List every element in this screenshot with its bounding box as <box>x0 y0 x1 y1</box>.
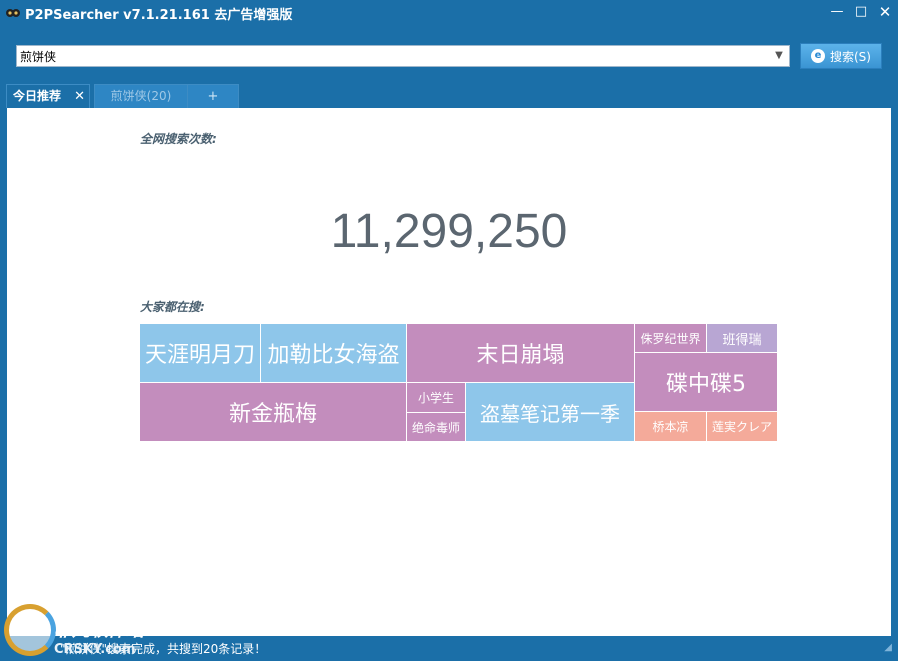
resize-grip-icon[interactable]: ◢ <box>884 642 892 653</box>
tab-bar: 今日推荐 ✕ 煎饼侠(20) + <box>6 84 892 108</box>
total-search-label: 全网搜索次数: <box>140 132 217 146</box>
tab-today-recommend[interactable]: 今日推荐 ✕ <box>6 84 90 108</box>
recommend-panel: 全网搜索次数: 11,299,250 大家都在搜: 天涯明月刀 加勒比女海盗 末… <box>7 108 891 636</box>
hot-search-item[interactable]: 加勒比女海盗 <box>261 324 407 383</box>
hot-search-item[interactable]: 碟中碟5 <box>635 353 778 412</box>
hot-search-item[interactable]: 盗墓笔记第一季 <box>466 383 635 442</box>
hot-search-item[interactable]: 新金瓶梅 <box>140 383 407 442</box>
search-button[interactable]: e 搜索(S) <box>800 43 882 69</box>
hot-search-item[interactable]: 绝命毒师 <box>407 413 466 442</box>
watermark-text: 非凡软件站 <box>54 620 144 641</box>
chevron-down-icon[interactable]: ▼ <box>769 46 789 66</box>
hot-search-item[interactable]: 莲実クレア <box>707 412 778 442</box>
tab-close-icon[interactable]: ✕ <box>74 85 85 108</box>
hot-search-item[interactable]: 小学生 <box>407 383 466 413</box>
search-button-label: 搜索(S) <box>830 49 871 64</box>
window-title: P2PSearcher v7.1.21.161 去广告增强版 <box>25 8 293 23</box>
plus-icon: + <box>207 89 219 104</box>
add-tab-button[interactable]: + <box>187 84 239 108</box>
browser-e-icon: e <box>811 49 825 63</box>
hot-search-item[interactable]: 桥本凉 <box>635 412 707 442</box>
hot-search-treemap: 天涯明月刀 加勒比女海盗 末日崩塌 侏罗纪世界 班得瑞 碟中碟5 新金瓶梅 小学… <box>140 324 778 442</box>
maximize-button[interactable]: □ <box>850 2 872 22</box>
watermark-subtext: CRSKY.com <box>54 642 136 657</box>
app-logo-icon <box>6 9 20 17</box>
app-window: P2PSearcher v7.1.21.161 去广告增强版 — □ ✕ ▼ e… <box>0 0 898 661</box>
close-button[interactable]: ✕ <box>874 2 896 22</box>
hot-search-item[interactable]: 班得瑞 <box>707 324 778 353</box>
hot-search-item[interactable]: 天涯明月刀 <box>140 324 261 383</box>
tab-label: 煎饼侠(20) <box>110 89 172 103</box>
hot-search-label: 大家都在搜: <box>140 300 205 314</box>
tab-search-result[interactable]: 煎饼侠(20) <box>94 84 188 108</box>
hot-search-item[interactable]: 末日崩塌 <box>407 324 635 383</box>
search-combobox[interactable]: ▼ <box>16 45 790 67</box>
site-watermark: 非凡软件站 CRSKY.com <box>0 600 160 661</box>
total-search-count: 11,299,250 <box>330 205 568 258</box>
title-bar[interactable]: P2PSearcher v7.1.21.161 去广告增强版 — □ ✕ <box>0 0 898 24</box>
hot-search-item[interactable]: 侏罗纪世界 <box>635 324 707 353</box>
tab-label: 今日推荐 <box>13 89 62 103</box>
watermark-logo-icon <box>4 604 56 656</box>
search-input[interactable] <box>17 46 769 66</box>
search-bar: ▼ e 搜索(S) <box>0 40 898 72</box>
minimize-button[interactable]: — <box>826 2 848 22</box>
